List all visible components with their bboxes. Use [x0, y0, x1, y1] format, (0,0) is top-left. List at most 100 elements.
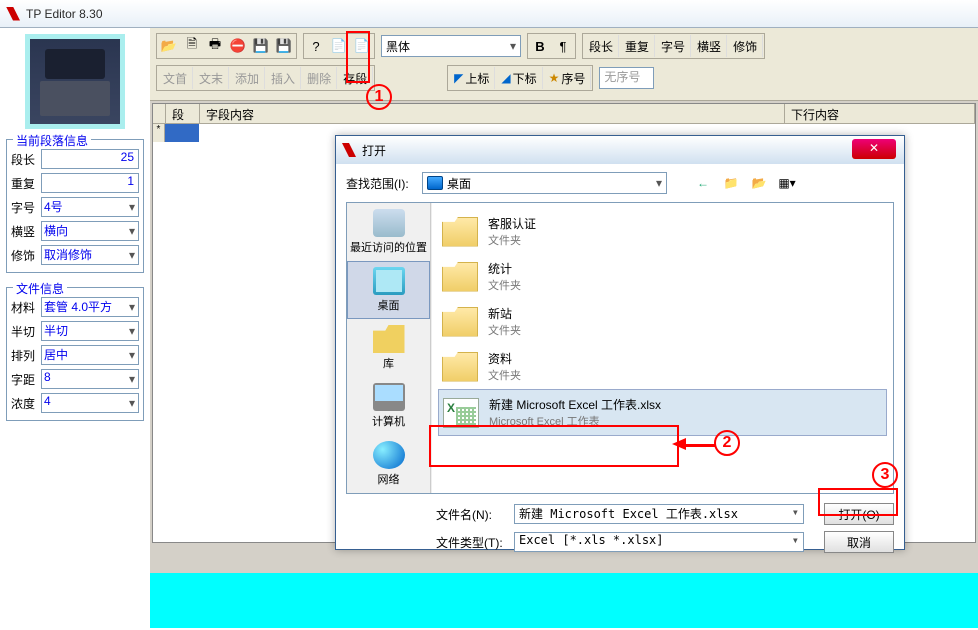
material-select[interactable]: 套管 4.0平方 — [41, 297, 139, 317]
row-length: 段长 25 — [11, 148, 139, 170]
btn-shanchu[interactable]: 删除 — [302, 67, 337, 89]
dialog-close-button[interactable]: ✕ — [852, 139, 896, 159]
density-select[interactable]: 4 — [41, 393, 139, 413]
btn-chongfu[interactable]: 重复 — [620, 35, 655, 57]
para-group: 段长 重复 字号 横竖 修饰 — [582, 33, 765, 59]
app-title: TP Editor 8.30 — [26, 7, 103, 21]
btn-shangbiao[interactable]: ◤上标 — [449, 67, 495, 89]
lookin-combo[interactable]: 桌面 — [422, 172, 667, 194]
toolbar-row-2: 文首 文末 添加 插入 删除 存段 ◤上标 ◢下标 ★序号 无序号 — [156, 64, 972, 92]
align-select[interactable]: 居中 — [41, 345, 139, 365]
filename-label: 文件名(N): — [436, 506, 506, 523]
place-recent[interactable]: 最近访问的位置 — [347, 203, 430, 261]
label: 横竖 — [11, 223, 41, 240]
xuhao-input[interactable]: 无序号 — [599, 67, 654, 89]
btn-duanchang[interactable]: 段长 — [584, 35, 619, 57]
btn-xuhao[interactable]: ★序号 — [544, 67, 592, 89]
halfcut-select[interactable]: 半切 — [41, 321, 139, 341]
row-fontsize: 字号 4号 — [11, 196, 139, 218]
file-item-excel-selected[interactable]: 新建 Microsoft Excel 工作表.xlsxMicrosoft Exc… — [438, 389, 887, 436]
label: 字号 — [11, 199, 41, 216]
print-icon[interactable]: 🖶 — [204, 35, 226, 57]
dialog-body: 查找范围(I): 桌面 ← 📁 📂 ▦▾ 最近访问的位置 桌面 库 计算机 网络 — [336, 164, 904, 564]
edit-group: 文首 文末 添加 插入 删除 存段 — [156, 65, 375, 91]
file-list[interactable]: 客服认证文件夹 统计文件夹 新站文件夹 资料文件夹 新建 Microsoft E… — [431, 203, 893, 493]
views-icon[interactable]: ▦▾ — [777, 173, 797, 193]
help-icon[interactable]: ? — [305, 35, 327, 57]
open-icon[interactable]: 📂 — [158, 35, 180, 57]
toolbar-area: 📂 🗎 🖶 ⛔ 💾 💾 ? 📄 📄 黑体 B ¶ — [150, 28, 978, 101]
network-icon — [373, 441, 405, 469]
btn-hengshu[interactable]: 横竖 — [692, 35, 727, 57]
new-icon[interactable]: 🗎 — [181, 35, 203, 57]
file-item-folder[interactable]: 资料文件夹 — [438, 344, 887, 389]
filename-combo[interactable]: 新建 Microsoft Excel 工作表.xlsx — [514, 504, 804, 524]
open-button[interactable]: 打开(O) — [824, 503, 894, 525]
length-input[interactable]: 25 — [41, 149, 139, 169]
export-icon[interactable]: 📄 — [351, 35, 373, 57]
pilcrow-icon[interactable]: ¶ — [552, 35, 574, 57]
file-item-folder[interactable]: 新站文件夹 — [438, 299, 887, 344]
selected-cell[interactable] — [165, 124, 199, 142]
btn-wenshou[interactable]: 文首 — [158, 67, 193, 89]
import-icon[interactable]: 📄 — [328, 35, 350, 57]
fontsize-select[interactable]: 4号 — [41, 197, 139, 217]
script-group: ◤上标 ◢下标 ★序号 — [447, 65, 593, 91]
label: 修饰 — [11, 247, 41, 264]
row-align: 排列 居中 — [11, 344, 139, 366]
dialog-nav-toolbar: ← 📁 📂 ▦▾ — [693, 173, 797, 193]
library-icon — [373, 325, 405, 353]
grid-col-2[interactable]: 字段内容 — [200, 104, 785, 123]
stop-icon[interactable]: ⛔ — [227, 35, 249, 57]
bold-icon[interactable]: B — [529, 35, 551, 57]
btn-xiabiao[interactable]: ◢下标 — [496, 67, 542, 89]
label: 重复 — [11, 175, 41, 192]
btn-tianjia[interactable]: 添加 — [230, 67, 265, 89]
btn-wenwei[interactable]: 文末 — [194, 67, 229, 89]
device-image — [25, 34, 125, 129]
back-icon[interactable]: ← — [693, 173, 713, 193]
row-decoration: 修饰 取消修饰 — [11, 244, 139, 266]
grid-corner — [153, 104, 166, 123]
cancel-button[interactable]: 取消 — [824, 531, 894, 553]
saveas-icon[interactable]: 💾 — [273, 35, 295, 57]
dialog-title: 打开 — [362, 142, 386, 159]
help-group: ? 📄 📄 — [303, 33, 375, 59]
place-network[interactable]: 网络 — [347, 435, 430, 493]
folder-icon — [442, 217, 478, 247]
place-library[interactable]: 库 — [347, 319, 430, 377]
repeat-input[interactable]: 1 — [41, 173, 139, 193]
lookin-value: 桌面 — [447, 175, 471, 192]
btn-charu[interactable]: 插入 — [266, 67, 301, 89]
titlebar: TP Editor 8.30 — [0, 0, 978, 28]
decoration-select[interactable]: 取消修饰 — [41, 245, 139, 265]
place-computer[interactable]: 计算机 — [347, 377, 430, 435]
row-orientation: 横竖 横向 — [11, 220, 139, 242]
save-icon[interactable]: 💾 — [250, 35, 272, 57]
place-desktop[interactable]: 桌面 — [347, 261, 430, 319]
font-combo[interactable]: 黑体 — [381, 35, 521, 57]
filetype-combo[interactable]: Excel [*.xls *.xlsx] — [514, 532, 804, 552]
desktop-icon — [373, 267, 405, 295]
up-icon[interactable]: 📁 — [721, 173, 741, 193]
btn-xiushi[interactable]: 修饰 — [728, 35, 763, 57]
label: 材料 — [11, 299, 41, 316]
grid-col-3[interactable]: 下行内容 — [785, 104, 975, 123]
file-item-folder[interactable]: 客服认证文件夹 — [438, 209, 887, 254]
folder-icon — [442, 352, 478, 382]
row-spacing: 字距 8 — [11, 368, 139, 390]
row-density: 浓度 4 — [11, 392, 139, 414]
spacing-select[interactable]: 8 — [41, 369, 139, 389]
lookin-label: 查找范围(I): — [346, 175, 416, 192]
newfolder-icon[interactable]: 📂 — [749, 173, 769, 193]
orientation-select[interactable]: 横向 — [41, 221, 139, 241]
grid-col-1[interactable]: 段号 — [166, 104, 200, 123]
file-item-folder[interactable]: 统计文件夹 — [438, 254, 887, 299]
dialog-titlebar[interactable]: 打开 ✕ — [336, 136, 904, 164]
open-file-dialog: 打开 ✕ 查找范围(I): 桌面 ← 📁 📂 ▦▾ 最近访问的位置 桌面 库 计… — [335, 135, 905, 550]
btn-cunduan[interactable]: 存段 — [338, 67, 373, 89]
computer-icon — [373, 383, 405, 411]
btn-zihao[interactable]: 字号 — [656, 35, 691, 57]
label: 浓度 — [11, 395, 41, 412]
label: 排列 — [11, 347, 41, 364]
